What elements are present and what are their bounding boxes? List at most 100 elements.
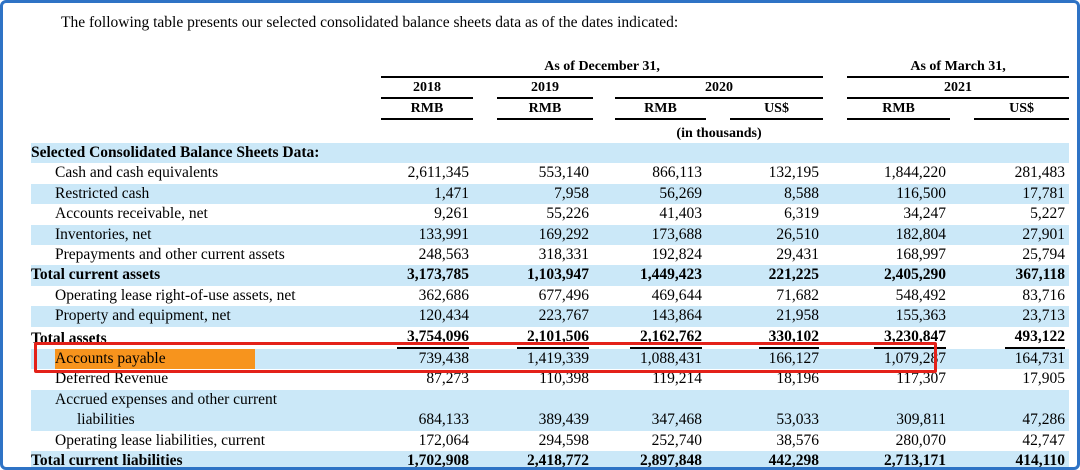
cell-value: 1,449,423 (593, 265, 706, 285)
header-spacer (31, 57, 378, 78)
cell-value: 347,468 (593, 390, 706, 431)
cell-value: 38,576 (706, 431, 823, 451)
cell-value: 367,118 (950, 265, 1069, 285)
table-body: Selected Consolidated Balance Sheets Dat… (31, 143, 1069, 470)
header-year-row: 2018 2019 2020 2021 (31, 78, 1069, 99)
currency-header-rmb-2020: RMB (615, 100, 706, 120)
table-row: Operating lease liabilities, current172,… (31, 431, 1069, 451)
table-row: Operating lease right-of-use assets, net… (31, 286, 1069, 306)
cell-value: 1,702,908 (378, 451, 473, 470)
cell-value: 21,958 (706, 306, 823, 326)
red-annotation-box (34, 342, 937, 373)
cell-value: 1,844,220 (823, 163, 950, 183)
cell-value: 27,901 (950, 225, 1069, 245)
year-header-2020: 2020 (615, 79, 823, 99)
cell-value: 53,033 (706, 390, 823, 431)
cell-value: 3,173,785 (378, 265, 473, 285)
cell-value: 252,740 (593, 431, 706, 451)
cell-value: 83,716 (950, 286, 1069, 306)
cell-value: 192,824 (593, 245, 706, 265)
intro-text: The following table presents our selecte… (33, 13, 1063, 33)
cell-value: 56,269 (593, 184, 706, 204)
balance-sheet-table: As of December 31, As of March 31, 2018 … (31, 57, 1069, 470)
header-currency-row: RMB RMB RMB US$ RMB US$ (31, 99, 1069, 120)
cell-value: 248,563 (378, 245, 473, 265)
header-units-row: (in thousands) (31, 120, 1069, 143)
year-header-2021: 2021 (847, 79, 1069, 99)
cell-value: 29,431 (706, 245, 823, 265)
table-row: Inventories, net133,991169,292173,68826,… (31, 225, 1069, 245)
cell-value: 182,804 (823, 225, 950, 245)
section-header-row: Selected Consolidated Balance Sheets Dat… (31, 143, 1069, 163)
cell-value: 116,500 (823, 184, 950, 204)
row-label: Cash and cash equivalents (31, 163, 378, 183)
cell-value: 2,713,171 (823, 451, 950, 470)
cell-value: 684,133 (378, 390, 473, 431)
cell-value: 168,997 (823, 245, 950, 265)
cell-value: 133,991 (378, 225, 473, 245)
cell-value: 318,331 (473, 245, 593, 265)
cell-value: 677,496 (473, 286, 593, 306)
row-label: Operating lease right-of-use assets, net (31, 286, 378, 306)
table-row: Total current liabilities1,702,9082,418,… (31, 451, 1069, 470)
cell-value: 548,492 (823, 286, 950, 306)
row-label: Property and equipment, net (31, 306, 378, 326)
table-row: Cash and cash equivalents2,611,345553,14… (31, 163, 1069, 183)
cell-value: 9,261 (378, 204, 473, 224)
cell-value: 221,225 (706, 265, 823, 285)
table-row: Accounts receivable, net9,26155,22641,40… (31, 204, 1069, 224)
cell-value: 442,298 (706, 451, 823, 470)
year-header-2018: 2018 (381, 79, 473, 99)
row-label: Selected Consolidated Balance Sheets Dat… (31, 143, 1069, 163)
row-label: Restricted cash (31, 184, 378, 204)
cell-value: 280,070 (823, 431, 950, 451)
currency-header-rmb-2018: RMB (381, 100, 473, 120)
cell-value: 389,439 (473, 390, 593, 431)
row-label: Accounts receivable, net (31, 204, 378, 224)
currency-header-usd-2021: US$ (974, 100, 1069, 120)
currency-header-rmb-2019: RMB (497, 100, 593, 120)
cell-value: 493,122 (950, 327, 1069, 349)
row-label: Operating lease liabilities, current (31, 431, 378, 451)
year-header-2019: 2019 (497, 79, 593, 99)
cell-value: 1,103,947 (473, 265, 593, 285)
cell-value: 25,794 (950, 245, 1069, 265)
cell-value: 17,781 (950, 184, 1069, 204)
cell-value: 8,588 (706, 184, 823, 204)
cell-value: 7,958 (473, 184, 593, 204)
cell-value: 71,682 (706, 286, 823, 306)
cell-value: 132,195 (706, 163, 823, 183)
header-group-row: As of December 31, As of March 31, (31, 57, 1069, 78)
row-label: Prepayments and other current assets (31, 245, 378, 265)
cell-value: 553,140 (473, 163, 593, 183)
cell-value: 5,227 (950, 204, 1069, 224)
cell-value: 6,319 (706, 204, 823, 224)
row-label: Total current assets (31, 265, 378, 285)
cell-value: 281,483 (950, 163, 1069, 183)
currency-header-usd-2020: US$ (730, 100, 823, 120)
cell-value: 55,226 (473, 204, 593, 224)
cell-value: 2,611,345 (378, 163, 473, 183)
cell-value: 2,405,290 (823, 265, 950, 285)
cell-value: 866,113 (593, 163, 706, 183)
col-group-december: As of December 31, (381, 58, 823, 78)
table-row: Total current assets3,173,7851,103,9471,… (31, 265, 1069, 285)
row-label: Inventories, net (31, 225, 378, 245)
col-group-march: As of March 31, (847, 58, 1069, 78)
cell-value: 143,864 (593, 306, 706, 326)
cell-value: 42,747 (950, 431, 1069, 451)
cell-value: 362,686 (378, 286, 473, 306)
table-row: Property and equipment, net120,434223,76… (31, 306, 1069, 326)
cell-value: 172,064 (378, 431, 473, 451)
cell-value: 223,767 (473, 306, 593, 326)
cell-value: 2,418,772 (473, 451, 593, 470)
cell-value: 17,905 (950, 369, 1069, 389)
cell-value: 47,286 (950, 390, 1069, 431)
table-row: Accrued expenses and other currentliabil… (31, 390, 1069, 431)
cell-value: 1,471 (378, 184, 473, 204)
cell-value: 26,510 (706, 225, 823, 245)
cell-value: 309,811 (823, 390, 950, 431)
row-label: Accrued expenses and other currentliabil… (31, 390, 378, 431)
table-header: As of December 31, As of March 31, 2018 … (31, 57, 1069, 143)
cell-value: 164,731 (950, 349, 1069, 369)
